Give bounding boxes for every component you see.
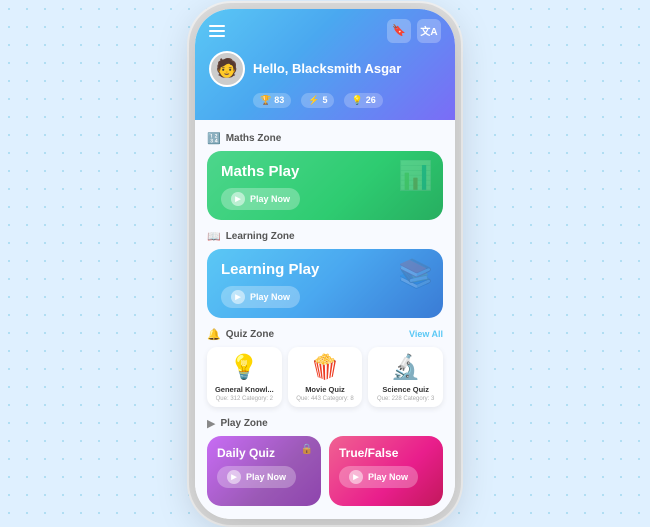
trophy-icon: 🏆: [260, 95, 271, 106]
quiz-card-2[interactable]: 🔬 Science Quiz Que: 228 Category: 3: [368, 347, 443, 407]
quiz-meta-0: Que: 312 Category: 2: [211, 396, 278, 402]
hamburger-menu[interactable]: [209, 25, 225, 37]
maths-zone-header: 🔢 Maths Zone: [207, 132, 443, 145]
maths-zone-label: Maths Zone: [226, 133, 282, 144]
learning-play-label: Play Now: [250, 292, 290, 302]
true-false-card[interactable]: True/False ▶ Play Now: [329, 436, 443, 506]
maths-play-circle: ▶: [231, 192, 245, 206]
avatar: 🧑: [209, 51, 245, 87]
quiz-grid: 💡 General Knowl... Que: 312 Category: 2 …: [207, 347, 443, 407]
bulb-icon: 💡: [351, 95, 362, 106]
phone-frame: 🔖 文A 🧑 Hello, Blacksmith Asgar 🏆 83 ⚡ 5 …: [195, 9, 455, 519]
user-greeting: Hello, Blacksmith Asgar: [253, 61, 401, 76]
quiz-card-0[interactable]: 💡 General Knowl... Que: 312 Category: 2: [207, 347, 282, 407]
daily-quiz-title: Daily Quiz: [217, 446, 311, 460]
view-all-button[interactable]: View All: [409, 329, 443, 339]
lock-icon: 🔒: [301, 444, 313, 455]
maths-play-label: Play Now: [250, 194, 290, 204]
daily-quiz-play-circle: ▶: [227, 470, 241, 484]
quiz-emoji-1: 🍿: [292, 353, 359, 382]
stat-value-2: 5: [322, 95, 327, 105]
true-false-title: True/False: [339, 446, 433, 460]
true-false-play-label: Play Now: [368, 472, 408, 482]
learning-play-card[interactable]: 📚 Learning Play ▶ Play Now: [207, 249, 443, 318]
top-icon-group: 🔖 文A: [387, 19, 441, 43]
maths-section-icon: 🔢: [207, 132, 221, 145]
quiz-name-1: Movie Quiz: [292, 385, 359, 394]
learning-play-circle: ▶: [231, 290, 245, 304]
maths-play-card[interactable]: 📊 Maths Play ▶ Play Now: [207, 151, 443, 220]
top-bar: 🔖 文A: [209, 19, 441, 43]
translate-icon[interactable]: 文A: [417, 19, 441, 43]
bookmark-icon[interactable]: 🔖: [387, 19, 411, 43]
stat-trophy: 🏆 83: [253, 93, 291, 108]
play-zone-cards: 🔒 Daily Quiz ▶ Play Now True/False ▶ Pla…: [207, 436, 443, 506]
bolt-icon: ⚡: [308, 95, 319, 106]
stats-row: 🏆 83 ⚡ 5 💡 26: [253, 93, 441, 108]
learning-section-icon: 📖: [207, 230, 221, 243]
stat-value-1: 83: [274, 95, 284, 105]
quiz-meta-1: Que: 443 Category: 8: [292, 396, 359, 402]
daily-quiz-play-label: Play Now: [246, 472, 286, 482]
quiz-section-icon: 🔔: [207, 328, 221, 341]
stat-bolt: ⚡ 5: [301, 93, 334, 108]
quiz-zone-label: Quiz Zone: [226, 329, 274, 340]
app-header: 🔖 文A 🧑 Hello, Blacksmith Asgar 🏆 83 ⚡ 5 …: [195, 9, 455, 120]
maths-play-button[interactable]: ▶ Play Now: [221, 188, 300, 210]
stat-bulb: 💡 26: [344, 93, 382, 108]
learning-play-button[interactable]: ▶ Play Now: [221, 286, 300, 308]
learning-zone-label: Learning Zone: [226, 231, 295, 242]
quiz-emoji-0: 💡: [211, 353, 278, 382]
stat-value-3: 26: [366, 95, 376, 105]
learning-zone-header: 📖 Learning Zone: [207, 230, 443, 243]
true-false-play-circle: ▶: [349, 470, 363, 484]
true-false-play-button[interactable]: ▶ Play Now: [339, 466, 418, 488]
quiz-name-2: Science Quiz: [372, 385, 439, 394]
learning-card-decoration: 📚: [398, 257, 433, 290]
daily-quiz-card[interactable]: 🔒 Daily Quiz ▶ Play Now: [207, 436, 321, 506]
quiz-name-0: General Knowl...: [211, 385, 278, 394]
play-section-icon: ▶: [207, 417, 215, 430]
user-row: 🧑 Hello, Blacksmith Asgar: [209, 51, 441, 87]
play-zone-header: ▶ Play Zone: [207, 417, 443, 430]
quiz-zone-header-row: 🔔 Quiz Zone View All: [207, 328, 443, 341]
quiz-emoji-2: 🔬: [372, 353, 439, 382]
play-zone-label: Play Zone: [220, 418, 267, 429]
main-content: 🔢 Maths Zone 📊 Maths Play ▶ Play Now 📖 L…: [195, 120, 455, 519]
daily-quiz-play-button[interactable]: ▶ Play Now: [217, 466, 296, 488]
maths-card-decoration: 📊: [398, 159, 433, 192]
quiz-card-1[interactable]: 🍿 Movie Quiz Que: 443 Category: 8: [288, 347, 363, 407]
quiz-meta-2: Que: 228 Category: 3: [372, 396, 439, 402]
quiz-zone-header: 🔔 Quiz Zone: [207, 328, 274, 341]
